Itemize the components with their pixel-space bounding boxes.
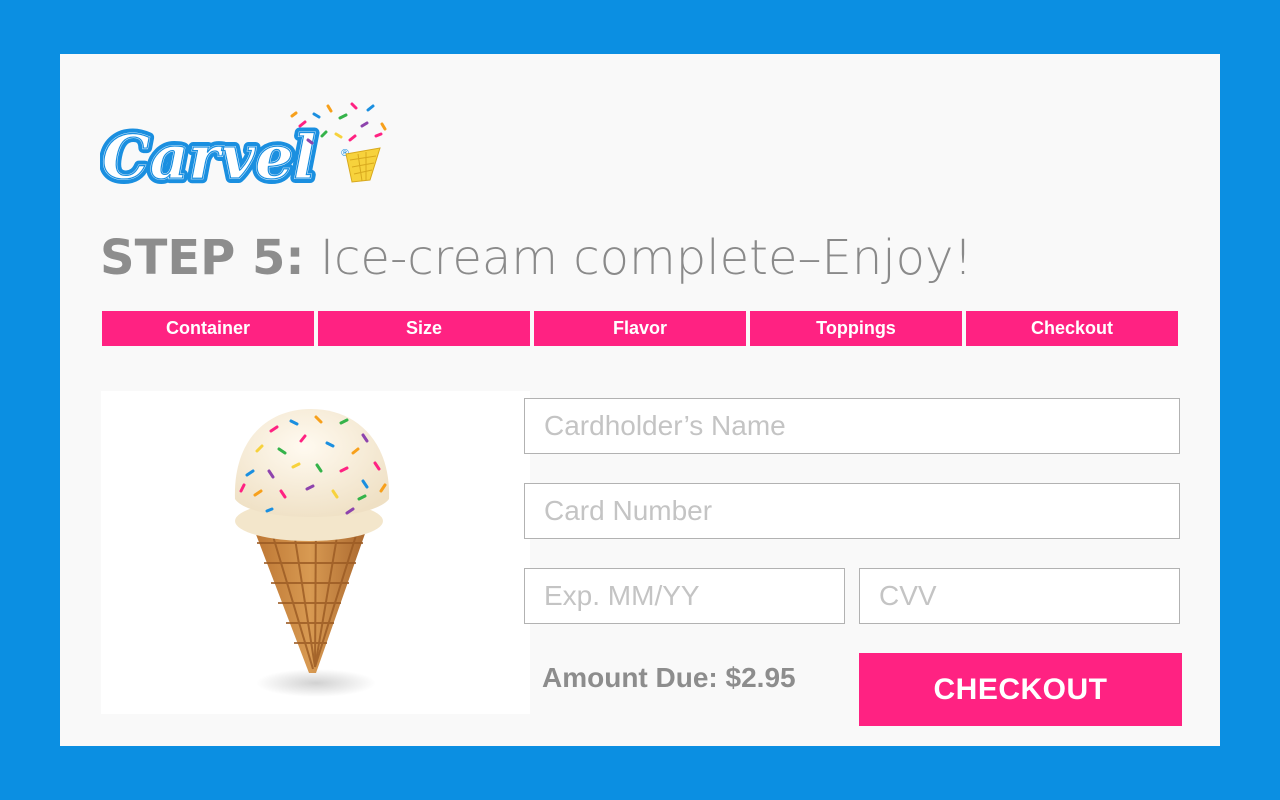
expiry-input[interactable]	[524, 568, 845, 624]
tab-flavor[interactable]: Flavor	[534, 311, 746, 346]
tab-checkout[interactable]: Checkout	[966, 311, 1178, 346]
checkout-button[interactable]: CHECKOUT	[859, 653, 1182, 726]
cardholder-name-input[interactable]	[524, 398, 1180, 454]
tab-size[interactable]: Size	[318, 311, 530, 346]
page-title: STEP 5: Ice-cream complete–Enjoy!	[100, 226, 973, 290]
step-tabs: Container Size Flavor Toppings Checkout	[102, 311, 1178, 346]
amount-due: Amount Due: $2.95	[542, 662, 796, 693]
step-description: Ice-cream complete–Enjoy!	[319, 230, 973, 286]
card-number-input[interactable]	[524, 483, 1180, 539]
svg-text:Carvel: Carvel	[102, 123, 316, 192]
tab-toppings[interactable]: Toppings	[750, 311, 962, 346]
cone-icon	[345, 147, 381, 183]
step-label: STEP 5:	[100, 230, 305, 286]
main-panel: Carvel Carvel Carvel ® STEP 5: Ice-cream…	[60, 54, 1220, 746]
carvel-logo[interactable]: Carvel Carvel Carvel ®	[97, 96, 390, 198]
ice-cream-image	[101, 391, 530, 714]
tab-container[interactable]: Container	[102, 311, 314, 346]
cvv-input[interactable]	[859, 568, 1180, 624]
